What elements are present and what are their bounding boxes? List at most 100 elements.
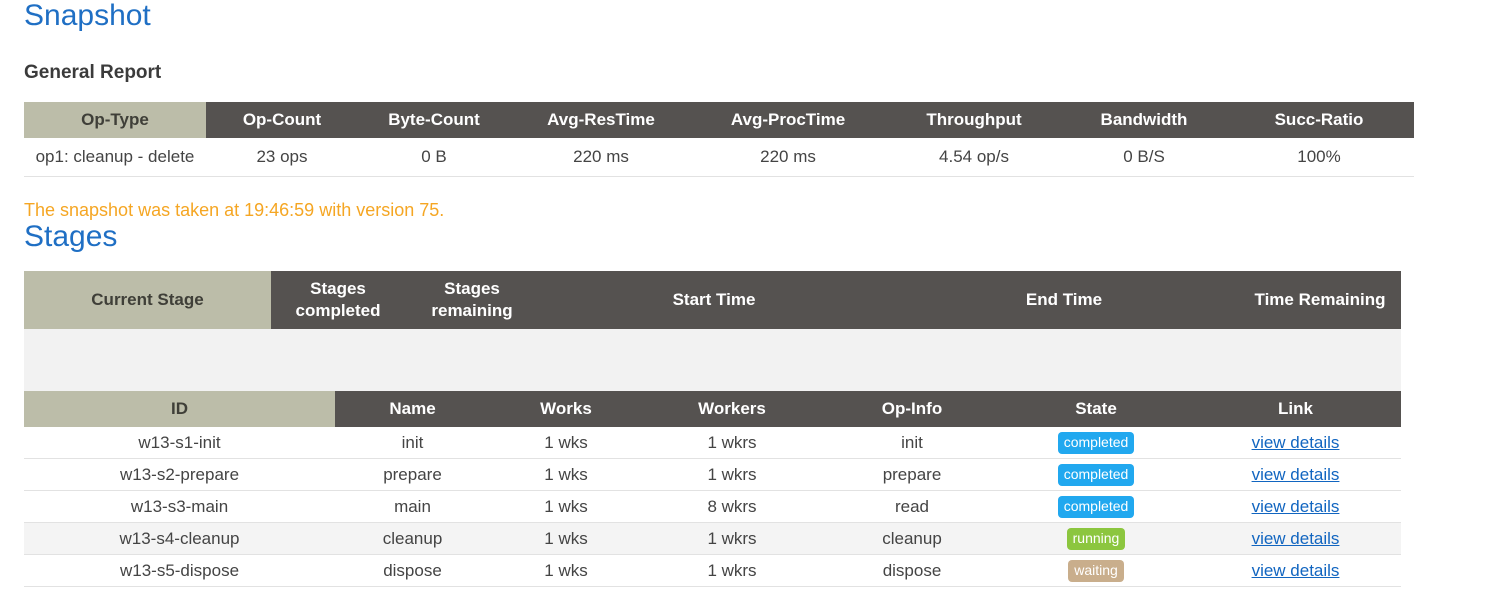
stages-summary-table: Current Stage Stages completed Stages re… [24, 271, 1401, 391]
view-details-link[interactable]: view details [1252, 497, 1340, 516]
column-header-avg-restime[interactable]: Avg-ResTime [510, 102, 692, 138]
cell-stage-works: 1 wks [490, 458, 642, 491]
general-report-body: op1: cleanup - delete 23 ops 0 B 220 ms … [24, 138, 1414, 177]
cell-start-time [539, 329, 889, 391]
table-header-row: Op-Type Op-Count Byte-Count Avg-ResTime … [24, 102, 1414, 138]
cell-stage-workers: 1 wkrs [642, 427, 822, 459]
stages-summary-header: Current Stage Stages completed Stages re… [24, 271, 1401, 329]
snapshot-timestamp-note: The snapshot was taken at 19:46:59 with … [24, 200, 445, 220]
cell-stage-name: init [335, 427, 490, 459]
cell-stage-state: completed [1002, 427, 1190, 459]
cell-bandwidth: 0 B/S [1064, 138, 1224, 177]
stage-list-body: w13-s1-init init 1 wks 1 wkrs init completed v… [24, 427, 1401, 587]
cell-stage-state: completed [1002, 490, 1190, 523]
cell-stage-link: view details [1190, 522, 1401, 555]
general-report-table: Op-Type Op-Count Byte-Count Avg-ResTime … [24, 102, 1414, 177]
cell-op-count: 23 ops [206, 138, 358, 177]
column-header-stages-completed[interactable]: Stages completed [271, 271, 405, 329]
column-header-byte-count[interactable]: Byte-Count [358, 102, 510, 138]
cell-stage-id: w13-s1-init [24, 427, 335, 459]
snapshot-report-page: Snapshot General Report Op-Type Op-Count… [0, 0, 1485, 604]
column-header-avg-proctime[interactable]: Avg-ProcTime [692, 102, 884, 138]
column-header-current-stage[interactable]: Current Stage [24, 271, 271, 329]
column-header-stages-remaining[interactable]: Stages remaining [405, 271, 539, 329]
status-badge: completed [1057, 464, 1135, 486]
cell-avg-proctime: 220 ms [692, 138, 884, 177]
cell-stages-completed [271, 329, 405, 391]
cell-stage-name: dispose [335, 554, 490, 587]
cell-succ-ratio: 100% [1224, 138, 1414, 177]
column-header-bandwidth[interactable]: Bandwidth [1064, 102, 1224, 138]
column-header-id[interactable]: ID [24, 391, 335, 427]
table-row: w13-s3-main main 1 wks 8 wkrs read completed v… [24, 490, 1401, 523]
cell-stage-op-info: dispose [822, 554, 1002, 587]
cell-stage-op-info: read [822, 490, 1002, 523]
cell-throughput: 4.54 op/s [884, 138, 1064, 177]
column-header-op-type[interactable]: Op-Type [24, 102, 206, 138]
cell-stage-name: prepare [335, 458, 490, 491]
cell-stage-link: view details [1190, 458, 1401, 491]
cell-stage-id: w13-s2-prepare [24, 458, 335, 491]
cell-stage-workers: 8 wkrs [642, 490, 822, 523]
general-report-heading: General Report [24, 62, 162, 83]
column-header-end-time[interactable]: End Time [889, 271, 1239, 329]
cell-byte-count: 0 B [358, 138, 510, 177]
cell-stage-link: view details [1190, 554, 1401, 587]
table-row [24, 329, 1401, 391]
stages-summary-body [24, 329, 1401, 391]
stage-list-table: ID Name Works Workers Op-Info State Link… [24, 391, 1401, 587]
cell-stage-state: waiting [1002, 554, 1190, 587]
cell-stage-op-info: cleanup [822, 522, 1002, 555]
cell-stage-workers: 1 wkrs [642, 522, 822, 555]
cell-stage-works: 1 wks [490, 427, 642, 459]
view-details-link[interactable]: view details [1252, 465, 1340, 484]
cell-stage-link: view details [1190, 490, 1401, 523]
cell-stage-id: w13-s5-dispose [24, 554, 335, 587]
table-row: op1: cleanup - delete 23 ops 0 B 220 ms … [24, 138, 1414, 177]
cell-end-time [889, 329, 1239, 391]
status-badge: completed [1057, 432, 1135, 454]
column-header-op-count[interactable]: Op-Count [206, 102, 358, 138]
column-header-start-time[interactable]: Start Time [539, 271, 889, 329]
cell-stage-name: cleanup [335, 522, 490, 555]
cell-stage-state: completed [1002, 458, 1190, 491]
cell-avg-restime: 220 ms [510, 138, 692, 177]
status-badge: waiting [1068, 560, 1124, 582]
cell-op-type: op1: cleanup - delete [24, 138, 206, 177]
cell-stage-works: 1 wks [490, 522, 642, 555]
table-header-row: Current Stage Stages completed Stages re… [24, 271, 1401, 329]
general-report-header: Op-Type Op-Count Byte-Count Avg-ResTime … [24, 102, 1414, 138]
cell-stage-name: main [335, 490, 490, 523]
stage-list-header: ID Name Works Workers Op-Info State Link [24, 391, 1401, 427]
table-row: w13-s2-prepare prepare 1 wks 1 wkrs prepare c… [24, 458, 1401, 491]
column-header-works[interactable]: Works [490, 391, 642, 427]
cell-current-stage [24, 329, 271, 391]
cell-stage-state: running [1002, 522, 1190, 555]
cell-stage-workers: 1 wkrs [642, 458, 822, 491]
column-header-workers[interactable]: Workers [642, 391, 822, 427]
cell-stages-remaining [405, 329, 539, 391]
cell-stage-op-info: init [822, 427, 1002, 459]
column-header-time-remaining[interactable]: Time Remaining [1239, 271, 1401, 329]
cell-stage-link: view details [1190, 427, 1401, 459]
table-row: w13-s1-init init 1 wks 1 wkrs init completed v… [24, 427, 1401, 459]
column-header-name[interactable]: Name [335, 391, 490, 427]
cell-stage-works: 1 wks [490, 490, 642, 523]
table-row: w13-s5-dispose dispose 1 wks 1 wkrs dispose w… [24, 554, 1401, 587]
view-details-link[interactable]: view details [1252, 433, 1340, 452]
column-header-op-info[interactable]: Op-Info [822, 391, 1002, 427]
table-row: w13-s4-cleanup cleanup 1 wks 1 wkrs cleanup r… [24, 522, 1401, 555]
view-details-link[interactable]: view details [1252, 529, 1340, 548]
status-badge: running [1066, 528, 1126, 550]
cell-stage-works: 1 wks [490, 554, 642, 587]
column-header-state[interactable]: State [1002, 391, 1190, 427]
column-header-succ-ratio[interactable]: Succ-Ratio [1224, 102, 1414, 138]
cell-stage-workers: 1 wkrs [642, 554, 822, 587]
column-header-link[interactable]: Link [1190, 391, 1401, 427]
cell-stage-id: w13-s4-cleanup [24, 522, 335, 555]
column-header-throughput[interactable]: Throughput [884, 102, 1064, 138]
table-header-row: ID Name Works Workers Op-Info State Link [24, 391, 1401, 427]
view-details-link[interactable]: view details [1252, 561, 1340, 580]
cell-time-remaining [1239, 329, 1401, 391]
cell-stage-id: w13-s3-main [24, 490, 335, 523]
